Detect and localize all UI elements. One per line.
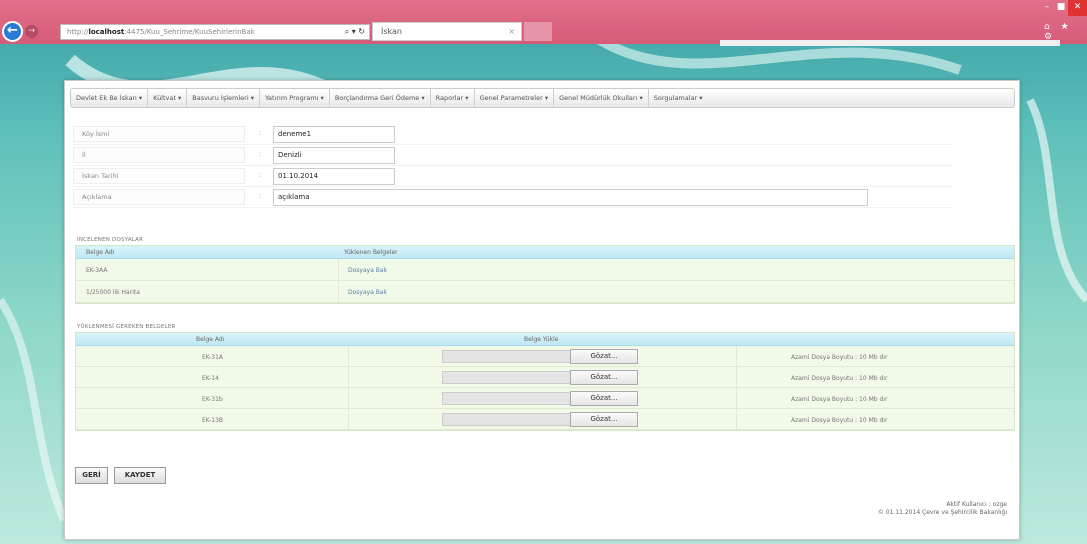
description-input[interactable]: açıklama	[273, 189, 868, 206]
max-size-note: Azami Dosya Boyutu : 10 Mb dır	[791, 417, 888, 424]
browser-tab[interactable]: İskan ×	[372, 22, 522, 41]
max-size-note: Azami Dosya Boyutu : 10 Mb dır	[791, 396, 888, 403]
settlement-date-input[interactable]: 01.10.2014	[273, 168, 395, 185]
village-name-input[interactable]: deneme1	[273, 126, 395, 143]
form-row-date: İskan Tarihi : 01.10.2014	[73, 166, 953, 187]
menu-item[interactable]: Basvuru İşlemleri ▾	[187, 89, 260, 107]
url-prefix: http://	[67, 28, 89, 36]
new-tab-button[interactable]	[524, 22, 552, 41]
menu-item[interactable]: Devlet Ek Be İskan ▾	[71, 89, 149, 107]
field-label: İl	[73, 147, 245, 163]
active-user: Aktif Kullanıcı : ozge	[946, 501, 1007, 508]
browser-titlebar: ← → http://localhost:4475/Kuu_Sehrime/Ku…	[0, 0, 1087, 44]
column-divider	[348, 367, 349, 387]
close-icon[interactable]: ✕	[1068, 0, 1087, 16]
browse-button[interactable]: Gözat...	[570, 370, 638, 385]
menu-item[interactable]: Genel Müdürlük Okulları ▾	[554, 89, 649, 107]
minimize-icon[interactable]: –	[1040, 0, 1054, 16]
menu-item[interactable]: Borçlandırma Geri Ödeme ▾	[330, 89, 431, 107]
table-row: EK-13B Gözat... Azami Dosya Boyutu : 10 …	[76, 409, 1014, 430]
home-favorites-settings-icon[interactable]: ⌂ ★ ⚙	[1044, 22, 1087, 42]
required-docs-table: Belge Adı Belge Yükle EK-31A Gözat... Az…	[75, 332, 1015, 431]
table-row: EK-3AA Dosyaya Bak	[76, 259, 1014, 281]
doc-name: EK-13B	[202, 417, 224, 424]
page-card: Devlet Ek Be İskan ▾ Kültvat ▾ Basvuru İ…	[64, 80, 1020, 540]
back-button[interactable]: GERİ	[75, 467, 108, 484]
column-divider	[348, 346, 349, 366]
form-row-village: Köy İsmi : deneme1	[73, 124, 953, 145]
province-input[interactable]: Denizli	[273, 147, 395, 164]
main-menu: Devlet Ek Be İskan ▾ Kültvat ▾ Basvuru İ…	[70, 88, 1015, 108]
field-colon: :	[259, 171, 262, 179]
view-file-link[interactable]: Dosyaya Bak	[348, 267, 387, 274]
table-header: Belge Adı Yüklenen Belgeler	[76, 246, 1014, 259]
field-colon: :	[259, 192, 262, 200]
table-row: EK-31b Gözat... Azami Dosya Boyutu : 10 …	[76, 388, 1014, 409]
menu-item[interactable]: Yatırım Programı ▾	[260, 89, 330, 107]
table-row: EK-31A Gözat... Azami Dosya Boyutu : 10 …	[76, 346, 1014, 367]
search-refresh-icon[interactable]: ⌕ ▾ ↻	[345, 25, 365, 39]
required-docs-title: YÜKLENMESİ GEREKEN BELGELER	[77, 324, 176, 330]
menu-item[interactable]: Raporlar ▾	[431, 89, 475, 107]
browse-button[interactable]: Gözat...	[570, 349, 638, 364]
column-divider	[736, 388, 737, 408]
field-label: İskan Tarihi	[73, 168, 245, 184]
field-colon: :	[259, 129, 262, 137]
table-header: Belge Adı Belge Yükle	[76, 333, 1014, 346]
doc-name: EK-31b	[202, 396, 223, 403]
address-bar[interactable]: http://localhost:4475/Kuu_Sehrime/KuuSeh…	[60, 24, 370, 40]
village-form: Köy İsmi : deneme1 İl : Denizli İskan Ta…	[73, 124, 953, 208]
menu-item[interactable]: Kültvat ▾	[148, 89, 188, 107]
field-label: Açıklama	[73, 189, 245, 205]
footer: Aktif Kullanıcı : ozge © 01.11.2014 Çevr…	[878, 501, 1007, 517]
back-arrow-icon[interactable]: ←	[2, 21, 23, 42]
tab-close-icon[interactable]: ×	[508, 23, 515, 40]
form-row-description: Açıklama : açıklama	[73, 187, 953, 208]
copyright: © 01.11.2014 Çevre ve Şehircilik Bakanlı…	[877, 509, 1007, 516]
menu-item[interactable]: Sorgulamalar ▾	[649, 89, 708, 107]
reviewed-docs-table: Belge Adı Yüklenen Belgeler EK-3AA Dosya…	[75, 245, 1015, 304]
column-divider	[348, 388, 349, 408]
field-colon: :	[259, 150, 262, 158]
col-uploaded-docs: Yüklenen Belgeler	[344, 249, 398, 256]
save-button[interactable]: KAYDET	[114, 467, 166, 484]
col-doc-name: Belge Adı	[196, 336, 225, 343]
field-label: Köy İsmi	[73, 126, 245, 142]
doc-name: EK-3AA	[86, 267, 108, 274]
column-divider	[348, 409, 349, 429]
url-host: localhost	[88, 28, 125, 36]
forward-arrow-icon[interactable]: →	[25, 25, 38, 38]
table-row: 1/25000 lik Harita Dosyaya Bak	[76, 281, 1014, 303]
doc-name: 1/25000 lik Harita	[86, 289, 140, 296]
toolbar-strip	[720, 40, 1060, 46]
column-divider	[338, 281, 339, 302]
form-row-province: İl : Denizli	[73, 145, 953, 166]
browse-button[interactable]: Gözat...	[570, 391, 638, 406]
browse-button[interactable]: Gözat...	[570, 412, 638, 427]
maximize-icon[interactable]: ■	[1054, 0, 1068, 16]
view-file-link[interactable]: Dosyaya Bak	[348, 289, 387, 296]
table-row: EK-14 Gözat... Azami Dosya Boyutu : 10 M…	[76, 367, 1014, 388]
col-doc-name: Belge Adı	[86, 249, 115, 256]
column-divider	[736, 409, 737, 429]
menu-item[interactable]: Genel Parametreler ▾	[475, 89, 555, 107]
reviewed-docs-title: İNCELENEN DOSYALAR	[77, 237, 144, 243]
max-size-note: Azami Dosya Boyutu : 10 Mb dır	[791, 354, 888, 361]
url-path: :4475/Kuu_Sehrime/KuuSehirlerinBak	[124, 28, 255, 36]
column-divider	[736, 367, 737, 387]
doc-name: EK-14	[202, 375, 219, 382]
col-upload: Belge Yükle	[524, 336, 559, 343]
doc-name: EK-31A	[202, 354, 223, 361]
tab-title: İskan	[381, 27, 402, 36]
column-divider	[736, 346, 737, 366]
max-size-note: Azami Dosya Boyutu : 10 Mb dır	[791, 375, 888, 382]
column-divider	[338, 259, 339, 280]
